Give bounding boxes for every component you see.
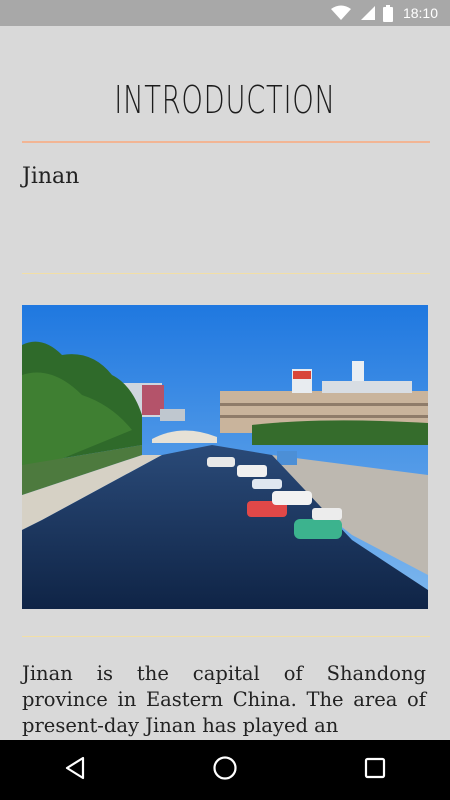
recents-button[interactable]	[345, 740, 405, 800]
status-time: 18:10	[402, 5, 438, 21]
home-button[interactable]	[195, 740, 255, 800]
city-photo	[22, 305, 428, 609]
page-title: INTRODUCTION	[114, 78, 336, 122]
status-bar: 18:10	[0, 0, 450, 26]
content-scroll-area[interactable]: INTRODUCTION Jinan Jinan is the capital …	[0, 26, 450, 740]
section-divider	[22, 273, 430, 274]
recents-icon	[364, 757, 386, 783]
back-button[interactable]	[45, 740, 105, 800]
back-icon	[64, 756, 86, 784]
title-divider	[22, 141, 430, 143]
city-description: Jinan is the capital of Shandong provinc…	[22, 662, 426, 737]
home-icon	[212, 755, 238, 785]
navigation-bar	[0, 740, 450, 800]
section-divider	[22, 636, 430, 637]
city-name: Jinan	[22, 164, 80, 189]
battery-icon	[382, 4, 393, 22]
cell-signal-icon	[359, 5, 375, 21]
wifi-icon	[330, 5, 351, 21]
